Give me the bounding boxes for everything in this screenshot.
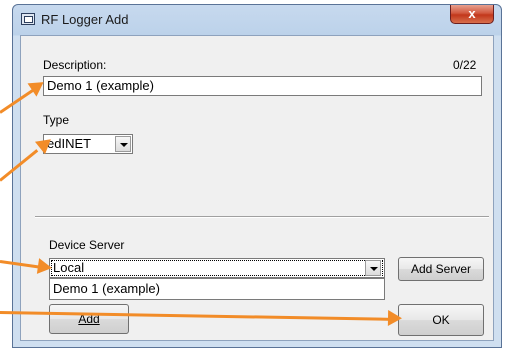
- add-button[interactable]: Add: [49, 304, 129, 334]
- dropdown-option[interactable]: Demo 1 (example): [53, 281, 381, 296]
- add-server-button[interactable]: Add Server: [398, 257, 484, 281]
- description-input[interactable]: Demo 1 (example): [43, 76, 482, 96]
- annotation-arrowhead: [387, 310, 403, 327]
- dialog-window: RF Logger Add x Description: 0/22 Demo 1…: [12, 4, 502, 348]
- title-bar[interactable]: RF Logger Add x: [13, 5, 501, 35]
- device-server-select-value: Local: [53, 260, 85, 275]
- description-char-counter: 0/22: [453, 58, 477, 72]
- ok-button[interactable]: OK: [398, 304, 484, 336]
- chevron-down-icon[interactable]: [365, 260, 381, 276]
- device-server-label: Device Server: [49, 238, 125, 252]
- device-server-select[interactable]: Local: [49, 258, 385, 278]
- window-title: RF Logger Add: [41, 12, 129, 27]
- app-window-icon: [21, 13, 35, 25]
- annotation-arrowhead: [36, 258, 53, 276]
- description-label: Description:: [43, 58, 107, 72]
- type-label: Type: [43, 113, 70, 127]
- chevron-down-icon[interactable]: [115, 136, 131, 152]
- device-server-dropdown-list: Demo 1 (example): [49, 278, 385, 300]
- type-select[interactable]: edINET: [43, 134, 133, 154]
- section-divider: [35, 216, 489, 218]
- dialog-client-area: Description: 0/22 Demo 1 (example) Type …: [20, 35, 494, 341]
- close-button[interactable]: x: [450, 5, 494, 24]
